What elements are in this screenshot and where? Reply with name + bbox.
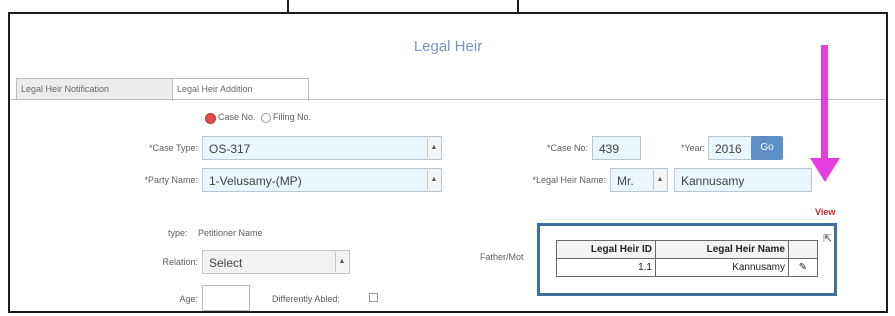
relation-select[interactable]: Select ▲ <box>202 250 350 274</box>
year-input[interactable]: 2016 <box>708 136 752 160</box>
table-row[interactable]: 1.1 Kannusamy ✎ <box>556 258 818 277</box>
tab-divider <box>10 99 886 100</box>
tab-legal-heir-notification[interactable]: Legal Heir Notification <box>16 78 174 100</box>
age-input[interactable] <box>202 285 250 311</box>
party-name-select[interactable]: 1-Velusamy-(MP) ▲ <box>202 168 442 192</box>
case-no-input[interactable]: 439 <box>592 136 641 160</box>
annotation-arrow-shaft <box>821 45 828 165</box>
chevron-down-icon: ▲ <box>427 138 440 158</box>
go-button[interactable]: Go <box>751 136 783 160</box>
edit-icon[interactable]: ✎ <box>788 258 818 277</box>
legal-heir-id-cell: 1.1 <box>556 258 656 277</box>
filing-no-radio[interactable] <box>261 113 271 123</box>
case-type-select[interactable]: OS-317 ▲ <box>202 136 442 160</box>
chevron-down-icon: ▲ <box>427 170 440 190</box>
case-no-radio-label: Case No. <box>218 112 256 122</box>
chevron-down-icon: ▲ <box>335 252 348 272</box>
relation-label: Relation: <box>162 257 198 267</box>
annotation-arrow-head-icon <box>810 158 840 182</box>
legal-heir-name-label: *Legal Heir Name: <box>532 175 606 185</box>
column-header-action <box>788 240 818 259</box>
cursor-icon: ⇱ <box>823 233 833 245</box>
father-mother-label: Father/Mot <box>480 252 524 262</box>
case-no-radio[interactable] <box>205 113 216 124</box>
view-link[interactable]: View <box>815 207 835 217</box>
relation-value: Select <box>209 256 243 270</box>
page-title: Legal Heir <box>413 38 483 55</box>
legal-heir-table: Legal Heir ID Legal Heir Name 1.1 Kannus… <box>556 240 818 277</box>
case-type-label: *Case Type: <box>149 143 198 153</box>
year-label: *Year: <box>680 143 705 153</box>
legal-heir-popup: Legal Heir ID Legal Heir Name 1.1 Kannus… <box>537 223 837 296</box>
column-header-legal-heir-name: Legal Heir Name <box>655 240 789 259</box>
party-name-label: *Party Name: <box>144 175 198 185</box>
differently-abled-checkbox[interactable] <box>369 293 378 302</box>
type-value: Petitioner Name <box>198 228 263 238</box>
chevron-down-icon: ▲ <box>653 170 666 190</box>
filing-no-radio-label: Filing No. <box>273 112 312 122</box>
title-value: Mr. <box>617 174 634 188</box>
legal-heir-name-cell: Kannusamy <box>655 258 789 277</box>
case-no-label: *Case No: <box>546 143 588 153</box>
differently-abled-label: Differently Abled: <box>272 294 340 304</box>
tab-legal-heir-addition[interactable]: Legal Heir Addition <box>172 78 309 101</box>
age-label: Age: <box>179 294 198 304</box>
case-type-value: OS-317 <box>209 142 251 156</box>
type-label: type: <box>168 228 188 238</box>
column-header-legal-heir-id: Legal Heir ID <box>556 240 656 259</box>
title-select[interactable]: Mr. ▲ <box>610 168 668 192</box>
party-name-value: 1-Velusamy-(MP) <box>209 174 302 188</box>
legal-heir-name-input[interactable]: Kannusamy <box>674 168 812 192</box>
